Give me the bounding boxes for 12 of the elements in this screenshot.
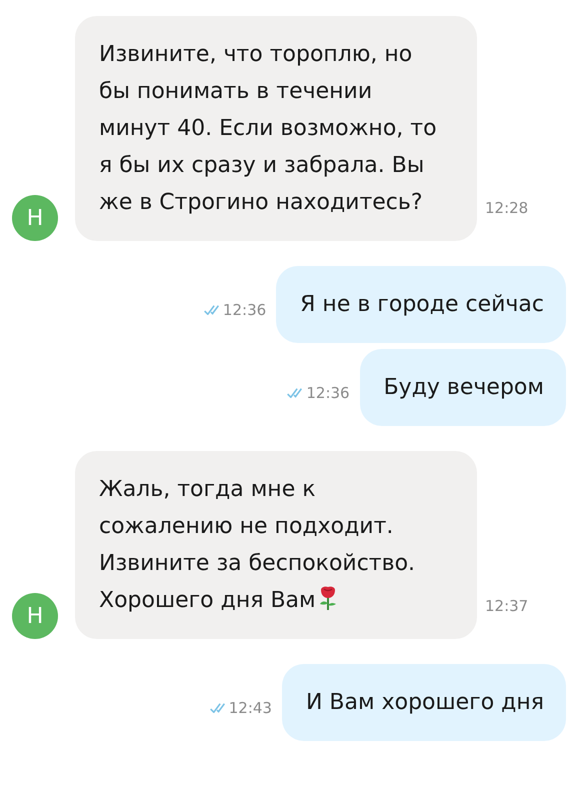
message-time: 12:28 bbox=[485, 199, 528, 217]
message-bubble: Жаль, тогда мне к сожалению не подходит. Извините за беспокойство. Хорошего дня Вам bbox=[75, 451, 477, 639]
message-bubble: Извините, что тороплю, но бы понимать в течении минут 40. Если возможно, то я бы их сразу и забрала. Вы же в Строгино находитесь? bbox=[75, 16, 477, 241]
message-bubble: И Вам хорошего дня bbox=[282, 664, 566, 741]
message-time: 12:36 bbox=[222, 301, 266, 319]
message-time: 12:37 bbox=[485, 597, 528, 615]
message-time: 12:43 bbox=[228, 699, 272, 717]
avatar: Н bbox=[12, 593, 58, 639]
message-bubble: Я не в городе сейчас bbox=[276, 266, 566, 343]
message-time: 12:36 bbox=[306, 384, 350, 402]
avatar: Н bbox=[12, 195, 58, 241]
message-bubble: Буду вечером bbox=[360, 349, 566, 426]
